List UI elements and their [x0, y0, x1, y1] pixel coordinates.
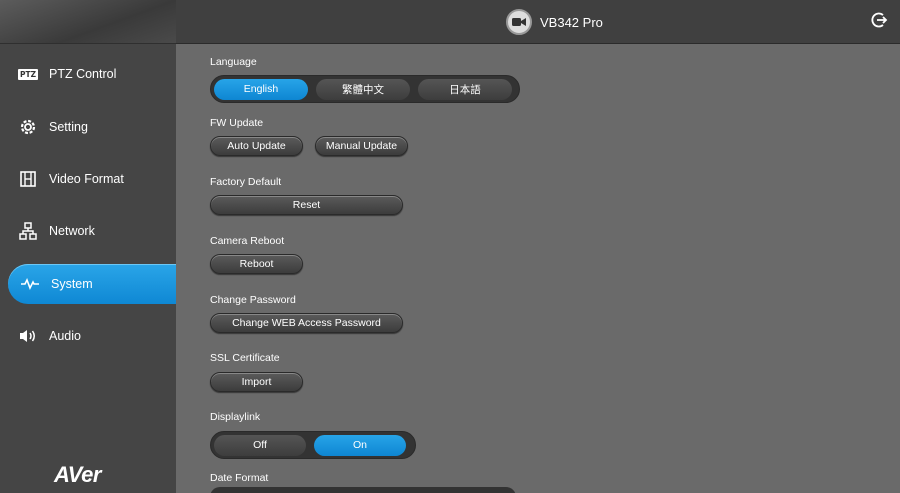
sidebar-item-setting[interactable]: Setting — [0, 107, 176, 147]
language-selector: English 繁體中文 日本語 — [210, 75, 520, 103]
language-option-traditional-chinese[interactable]: 繁體中文 — [316, 78, 410, 100]
sidebar-header — [0, 0, 176, 44]
change-password-button[interactable]: Change WEB Access Password — [210, 313, 403, 333]
sidebar-item-label: Video Format — [49, 172, 124, 186]
device-name: VB342 Pro — [540, 14, 603, 30]
factory-default-label: Factory Default — [210, 176, 282, 188]
sidebar-item-network[interactable]: Network — [0, 211, 176, 251]
logout-icon[interactable] — [870, 11, 888, 29]
manual-update-button[interactable]: Manual Update — [315, 136, 408, 156]
film-icon — [18, 169, 38, 189]
sidebar-item-system[interactable]: System — [8, 264, 176, 304]
import-button[interactable]: Import — [210, 372, 303, 392]
sidebar: PTZ PTZ Control Setting Video Format Net… — [0, 0, 176, 493]
sidebar-item-label: PTZ Control — [49, 67, 117, 81]
date-format-label: Date Format — [210, 472, 269, 484]
ptz-icon: PTZ — [17, 68, 39, 80]
sidebar-item-label: Setting — [49, 120, 88, 134]
ssl-certificate-label: SSL Certificate — [210, 352, 280, 364]
reboot-button[interactable]: Reboot — [210, 254, 303, 274]
camera-reboot-label: Camera Reboot — [210, 235, 285, 247]
sidebar-item-ptz-control[interactable]: PTZ PTZ Control — [0, 54, 176, 94]
sidebar-item-label: Network — [49, 224, 95, 238]
displaylink-option-on[interactable]: On — [314, 434, 406, 456]
language-label: Language — [210, 56, 257, 68]
network-icon — [18, 221, 38, 241]
app-window: PTZ PTZ Control Setting Video Format Net… — [0, 0, 900, 493]
gear-icon — [18, 117, 38, 137]
system-settings-panel: Language English 繁體中文 日本語 FW Update Auto… — [176, 45, 900, 493]
aver-logo: AVer — [54, 462, 101, 487]
sidebar-item-label: System — [51, 277, 93, 291]
displaylink-label: Displaylink — [210, 411, 261, 423]
sidebar-item-video-format[interactable]: Video Format — [0, 159, 176, 199]
change-password-label: Change Password — [210, 294, 296, 306]
fw-update-label: FW Update — [210, 117, 264, 129]
camera-icon — [506, 9, 532, 35]
reset-button[interactable]: Reset — [210, 195, 403, 215]
sidebar-item-audio[interactable]: Audio — [0, 316, 176, 356]
language-option-english[interactable]: English — [214, 78, 308, 100]
pulse-icon — [20, 274, 40, 294]
top-bar: VB342 Pro — [176, 0, 900, 44]
date-format-selector[interactable] — [210, 487, 516, 493]
speaker-icon — [18, 326, 38, 346]
sidebar-item-label: Audio — [49, 329, 81, 343]
displaylink-option-off[interactable]: Off — [214, 434, 306, 456]
device-title: VB342 Pro — [506, 9, 603, 35]
auto-update-button[interactable]: Auto Update — [210, 136, 303, 156]
language-option-japanese[interactable]: 日本語 — [418, 78, 512, 100]
displaylink-toggle: Off On — [210, 431, 416, 459]
